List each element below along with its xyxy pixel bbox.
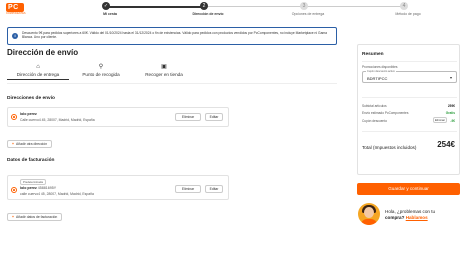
remove-coupon-button[interactable]: Eliminar	[433, 117, 447, 123]
add-billing-data-label: Añadir datos de facturación	[15, 215, 58, 219]
billing-address-radio[interactable]	[11, 187, 17, 193]
billing-name: lolo perez	[20, 186, 37, 190]
shipping-address-name: lolo perez	[20, 112, 37, 116]
logo-subtext: COMPONENTES	[6, 12, 26, 15]
shipping-delete-button[interactable]: Eliminar	[175, 113, 201, 121]
shipping-addresses-title: Direcciones de envío	[7, 96, 55, 101]
tab-delivery-address-label: Dirección de entrega	[16, 72, 60, 77]
divider	[362, 61, 457, 62]
subtotal-label: Subtotal artículos	[362, 104, 387, 108]
step-2-label: Dirección de envío	[192, 12, 224, 16]
info-icon: i	[12, 33, 18, 39]
avatar-face	[364, 207, 374, 218]
tab-pickup-point[interactable]: ⚲ Punto de recogida	[70, 64, 132, 77]
coupon-select-label: Cupón descuento activo	[366, 70, 396, 73]
checkout-stepper: ✓ Mi cesta 2 Dirección de envío 3 Opcion…	[100, 2, 440, 18]
location-pin-icon: ⚲	[98, 64, 104, 70]
total-value: 254€	[437, 140, 455, 149]
shipping-address-line: Calle cuervo4 45, 28007, Madrid, Madrid,…	[20, 118, 95, 122]
billing-title: Datos de facturación	[7, 158, 55, 163]
help-chat-link[interactable]: Hablamos	[406, 215, 428, 220]
tab-divider	[7, 83, 337, 84]
plus-icon: +	[12, 142, 14, 146]
divider	[362, 97, 457, 98]
billing-edit-button[interactable]: Editar	[205, 185, 223, 193]
tab-delivery-address[interactable]: ⌂ Dirección de entrega	[7, 64, 69, 80]
support-avatar[interactable]	[358, 203, 380, 225]
tab-store-pickup[interactable]: ▣ Recoger en tienda	[133, 64, 195, 77]
summary-title: Resumen	[362, 52, 384, 57]
step-3-label: Opciones de entrega	[291, 12, 325, 16]
step-2-indicator: 2	[200, 2, 208, 10]
step-connector	[106, 6, 204, 8]
total-label: Total (Impuestos incluidos)	[362, 145, 417, 150]
default-badge: Predeterminada	[20, 179, 46, 185]
promotions-label: Promociones disponibles	[362, 65, 398, 69]
avatar-shirt	[361, 219, 377, 225]
step-4-indicator: 4	[400, 2, 408, 10]
step-4-label: Método de pago	[395, 12, 421, 16]
store-icon: ▣	[161, 64, 167, 70]
save-and-continue-button[interactable]: Guardar y continuar	[357, 183, 460, 195]
coupon-select-value: BDRTIPCC	[367, 76, 388, 81]
help-prompt: Hola, ¿problemas con tu compra? Hablamos	[385, 209, 435, 221]
billing-delete-button[interactable]: Eliminar	[175, 185, 201, 193]
coupon-discount-label: Cupón descuento	[362, 119, 387, 123]
shipping-address-card[interactable]: lolo perez Calle cuervo4 45, 28007, Madr…	[7, 107, 229, 127]
billing-address-line: calle cuervo4 45, 28007, Madrid, Madrid,…	[20, 192, 94, 196]
shipping-address-radio[interactable]	[11, 114, 17, 120]
order-summary: Resumen Promociones disponibles Cupón de…	[357, 44, 460, 175]
add-billing-data-button[interactable]: + Añadir datos de facturación	[7, 213, 63, 221]
home-icon: ⌂	[36, 64, 40, 70]
add-shipping-address-label: Añadir otra dirección	[15, 142, 48, 146]
step-1-label: Mi cesta	[103, 12, 117, 16]
chevron-down-icon: ▾	[449, 75, 452, 80]
logo-text: PC	[8, 4, 19, 11]
step-3-indicator: 3	[300, 2, 308, 10]
billing-address-card[interactable]: Predeterminada lolo perez 45881695Y call…	[7, 175, 229, 200]
coupon-select[interactable]: Cupón descuento activo BDRTIPCC ▾	[362, 70, 457, 83]
billing-nif: 45881695Y	[37, 186, 57, 190]
shipping-edit-button[interactable]: Editar	[205, 113, 223, 121]
step-1-check-icon[interactable]: ✓	[102, 2, 110, 10]
divider	[362, 131, 457, 132]
subtotal-value: 259€	[447, 104, 455, 108]
coupon-discount-value: -9€	[450, 119, 455, 123]
billing-address-name: lolo perez 45881695Y	[20, 186, 56, 190]
page-title: Dirección de envío	[7, 48, 79, 57]
add-shipping-address-button[interactable]: + Añadir otra dirección	[7, 140, 53, 148]
help-line-2: compra?	[385, 215, 405, 220]
promo-banner-text: Descuento 9€ para pedidos superiores a 6…	[22, 31, 327, 40]
plus-icon: +	[12, 215, 14, 219]
tab-store-pickup-label: Recoger en tienda	[145, 72, 183, 77]
shipping-cost-value: Gratis	[445, 111, 455, 115]
shipping-cost-label: Envío estimado PcComponentes	[362, 111, 409, 115]
promo-banner: i Descuento 9€ para pedidos superiores a…	[7, 27, 337, 45]
tab-pickup-point-label: Punto de recogida	[82, 72, 120, 77]
